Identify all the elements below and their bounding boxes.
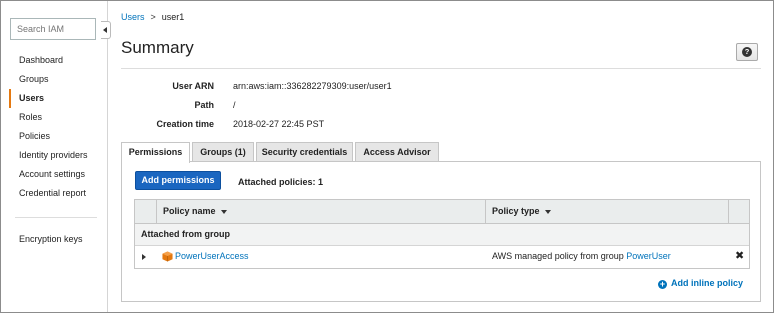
add-inline-policy-label: Add inline policy bbox=[671, 278, 744, 288]
permissions-panel: Add permissions Attached policies: 1 Pol… bbox=[121, 161, 761, 302]
expand-column-header bbox=[135, 200, 157, 223]
column-label-policy-type: Policy type bbox=[492, 206, 540, 216]
user-arn-value: arn:aws:iam::336282279309:user/user1 bbox=[233, 81, 392, 91]
sidebar: Dashboard Groups Users Roles Policies Id… bbox=[1, 1, 111, 312]
expand-row-icon[interactable] bbox=[142, 254, 146, 260]
sidebar-item-roles[interactable]: Roles bbox=[9, 108, 103, 127]
column-header-policy-name[interactable]: Policy name bbox=[157, 200, 486, 223]
table-header: Policy name Policy type bbox=[135, 200, 749, 224]
tab-access-advisor[interactable]: Access Advisor bbox=[355, 142, 439, 162]
sidebar-item-policies[interactable]: Policies bbox=[9, 127, 103, 146]
creation-time-label: Creation time bbox=[156, 119, 214, 129]
title-divider bbox=[121, 68, 761, 69]
sidebar-item-dashboard[interactable]: Dashboard bbox=[9, 51, 103, 70]
tab-security-credentials[interactable]: Security credentials bbox=[256, 142, 353, 162]
path-value: / bbox=[233, 100, 236, 110]
policy-group-link[interactable]: PowerUser bbox=[626, 251, 671, 261]
page-title: Summary bbox=[121, 38, 194, 57]
sidebar-item-identity-providers[interactable]: Identity providers bbox=[9, 146, 103, 165]
policies-table: Policy name Policy type Attached from gr… bbox=[134, 199, 750, 269]
help-icon: ? bbox=[742, 47, 752, 57]
policy-type-cell: AWS managed policy from group PowerUser bbox=[492, 251, 671, 261]
managed-policy-icon bbox=[162, 251, 173, 262]
sort-caret-icon bbox=[220, 209, 227, 214]
path-label: Path bbox=[194, 100, 214, 110]
add-inline-policy-link[interactable]: + Add inline policy bbox=[658, 278, 743, 289]
sidebar-nav: Dashboard Groups Users Roles Policies Id… bbox=[9, 51, 103, 249]
policy-name-link[interactable]: PowerUserAccess bbox=[175, 251, 249, 261]
tab-groups[interactable]: Groups (1) bbox=[192, 142, 254, 162]
add-circle-icon: + bbox=[658, 279, 667, 289]
policy-type-text: AWS managed policy from group bbox=[492, 251, 627, 261]
user-arn-label: User ARN bbox=[172, 81, 214, 91]
sidebar-divider bbox=[15, 217, 97, 218]
sort-caret-icon bbox=[544, 209, 551, 214]
sidebar-item-groups[interactable]: Groups bbox=[9, 70, 103, 89]
attached-policies-count: Attached policies: 1 bbox=[238, 177, 324, 187]
remove-policy-icon[interactable]: ✖ bbox=[735, 249, 744, 262]
add-permissions-button[interactable]: Add permissions bbox=[135, 171, 221, 190]
collapse-sidebar-button[interactable] bbox=[101, 21, 111, 39]
column-label-policy-name: Policy name bbox=[163, 206, 216, 216]
main-content: Users > user1 Summary ? User ARN arn:aws:i… bbox=[109, 1, 773, 312]
sidebar-item-account-settings[interactable]: Account settings bbox=[9, 165, 103, 184]
breadcrumb-separator: > bbox=[150, 12, 156, 22]
creation-time-value: 2018-02-27 22:45 PST bbox=[233, 119, 325, 129]
search-input[interactable] bbox=[10, 18, 96, 40]
sidebar-item-credential-report[interactable]: Credential report bbox=[9, 184, 103, 203]
sidebar-item-encryption-keys[interactable]: Encryption keys bbox=[9, 230, 103, 249]
help-button[interactable]: ? bbox=[736, 43, 758, 61]
column-header-policy-type[interactable]: Policy type bbox=[486, 200, 729, 223]
table-row: PowerUserAccess AWS managed policy from … bbox=[135, 246, 749, 268]
breadcrumb-current: user1 bbox=[161, 12, 185, 22]
breadcrumb-users-link[interactable]: Users bbox=[121, 12, 145, 22]
sidebar-item-users[interactable]: Users bbox=[9, 89, 103, 108]
group-header-row: Attached from group bbox=[135, 224, 749, 246]
breadcrumb: Users > user1 bbox=[121, 12, 184, 22]
tab-permissions[interactable]: Permissions bbox=[121, 142, 190, 163]
